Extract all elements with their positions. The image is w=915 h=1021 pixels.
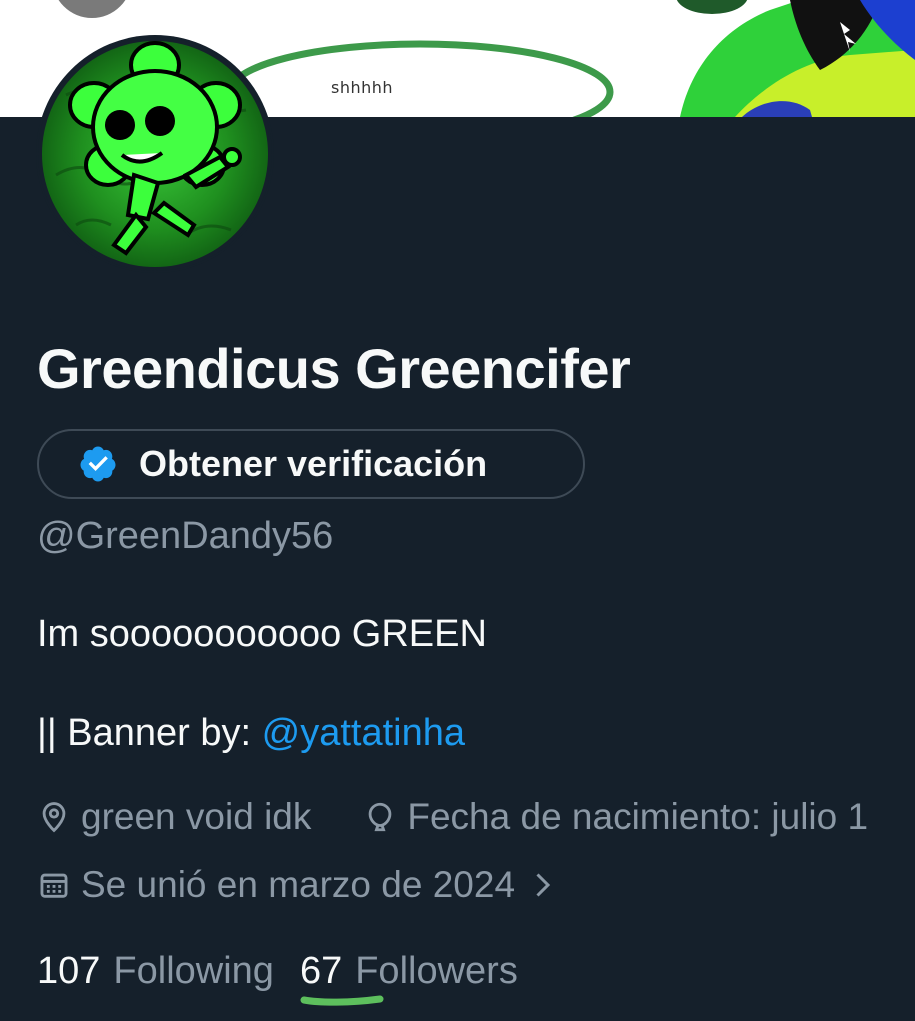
profile-avatar[interactable] xyxy=(36,35,274,273)
birthday-text: Fecha de nacimiento: julio 1 xyxy=(407,796,869,837)
followers-label: Followers xyxy=(355,950,518,992)
get-verified-button[interactable]: Obtener verificación xyxy=(37,429,585,499)
following-count: 107 xyxy=(37,950,101,992)
bio-mention-link[interactable]: @yattatinha xyxy=(262,712,465,754)
joined-item[interactable]: Se unió en marzo de 2024 xyxy=(37,864,563,906)
profile-meta-row: green void idk Fecha de nacimiento: juli… xyxy=(37,796,868,838)
verified-badge-icon xyxy=(77,443,119,485)
profile-page: shhhhh Greendicus Greencifer Obtener ver… xyxy=(0,0,915,1021)
following-label: Following xyxy=(113,950,274,992)
followers-count: 67 xyxy=(299,950,343,992)
balloon-icon xyxy=(369,802,392,832)
display-name: Greendicus Greencifer xyxy=(37,337,631,400)
calendar-icon xyxy=(40,873,68,898)
highlight-underline-mark xyxy=(300,995,384,1006)
location-text: green void idk xyxy=(81,796,312,837)
bio-text: || Banner by: xyxy=(37,712,262,754)
location-item: green void idk xyxy=(37,796,311,838)
followers-stat[interactable]: 67 Followers xyxy=(300,950,518,993)
user-handle: @GreenDandy56 xyxy=(37,515,334,557)
following-stat[interactable]: 107 Following xyxy=(37,950,274,993)
get-verified-label: Obtener verificación xyxy=(139,443,488,484)
banner-caption: shhhhh xyxy=(331,78,394,97)
profile-meta-row[interactable]: Se unió en marzo de 2024 xyxy=(37,864,563,906)
birthday-item: Fecha de nacimiento: julio 1 xyxy=(363,796,868,838)
avatar-image xyxy=(38,37,272,271)
chevron-right-icon xyxy=(536,873,551,897)
location-pin-icon xyxy=(42,802,66,833)
bio-line: || Banner by: @yattatinha xyxy=(37,712,465,755)
bio-line: Im sooooooooooo GREEN xyxy=(37,613,487,655)
joined-text: Se unió en marzo de 2024 xyxy=(81,864,516,905)
follow-stats: 107 Following 67 Followers xyxy=(37,950,518,993)
